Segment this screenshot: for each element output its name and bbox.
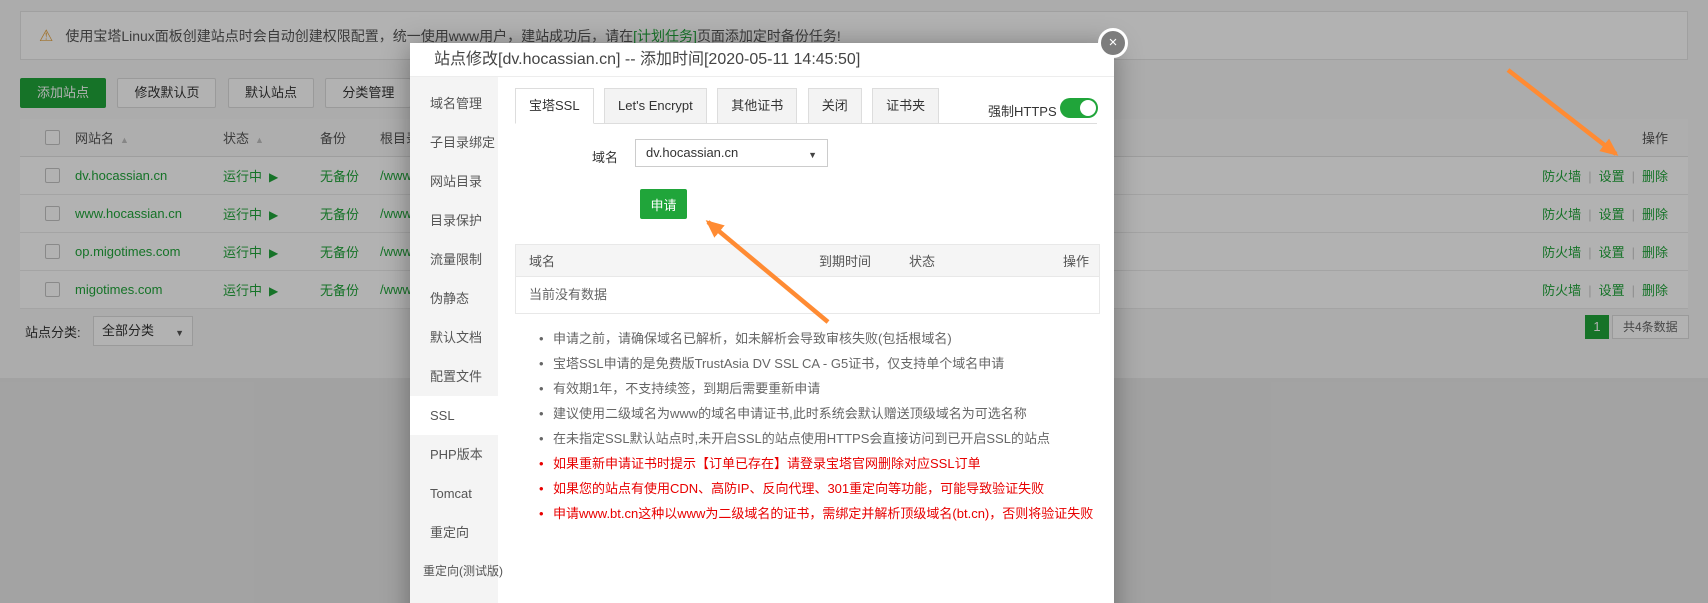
tab-cert-folder[interactable]: 证书夹: [872, 88, 939, 124]
tab-lets-encrypt[interactable]: Let's Encrypt: [604, 88, 707, 124]
note-item: 在未指定SSL默认站点时,未开启SSL的站点使用HTTPS会直接访问到已开启SS…: [515, 426, 1100, 451]
cert-header-domain: 域名: [516, 251, 806, 270]
note-item: 宝塔SSL申请的是免费版TrustAsia DV SSL CA - G5证书，仅…: [515, 351, 1100, 376]
sidebar-item-php-version[interactable]: PHP版本: [410, 435, 498, 474]
sidebar-item-redirect-beta[interactable]: 重定向(测试版): [410, 552, 498, 591]
sidebar-item-redirect[interactable]: 重定向: [410, 513, 498, 552]
caret-down-icon: ▼: [808, 142, 817, 168]
sidebar-item-subdir-bind[interactable]: 子目录绑定: [410, 123, 498, 162]
domain-label: 域名: [592, 147, 618, 166]
modal-body: 域名管理 子目录绑定 网站目录 目录保护 流量限制 伪静态 默认文档 配置文件 …: [410, 77, 1114, 603]
sidebar-item-ssl[interactable]: SSL: [410, 396, 498, 435]
sidebar-item-tomcat[interactable]: Tomcat: [410, 474, 498, 513]
sidebar-item-traffic-limit[interactable]: 流量限制: [410, 240, 498, 279]
cert-header-expiry: 到期时间: [806, 251, 896, 270]
tab-close-ssl[interactable]: 关闭: [808, 88, 862, 124]
sidebar-item-domain-manage[interactable]: 域名管理: [410, 84, 498, 123]
cert-header-status: 状态: [896, 251, 1041, 270]
modal-title: 站点修改[dv.hocassian.cn] -- 添加时间[2020-05-11…: [410, 43, 1114, 77]
note-item: 建议使用二级域名为www的域名申请证书,此时系统会默认赠送顶级域名为可选名称: [515, 401, 1100, 426]
modal-sidebar: 域名管理 子目录绑定 网站目录 目录保护 流量限制 伪静态 默认文档 配置文件 …: [410, 77, 498, 603]
site-modify-modal: 站点修改[dv.hocassian.cn] -- 添加时间[2020-05-11…: [410, 43, 1114, 603]
apply-button[interactable]: 申请: [640, 189, 687, 219]
modal-content: 宝塔SSL Let's Encrypt 其他证书 关闭 证书夹 强制HTTPS …: [498, 77, 1114, 603]
domain-select[interactable]: dv.hocassian.cn ▼: [635, 139, 828, 167]
sidebar-item-config-file[interactable]: 配置文件: [410, 357, 498, 396]
note-item: 有效期1年，不支持续签，到期后需要重新申请: [515, 376, 1100, 401]
sidebar-item-site-dir[interactable]: 网站目录: [410, 162, 498, 201]
cert-table-empty-row: 当前没有数据: [516, 277, 1099, 313]
force-https-label: 强制HTTPS: [988, 101, 1057, 120]
sidebar-item-rewrite[interactable]: 伪静态: [410, 279, 498, 318]
note-item-red: 申请www.bt.cn这种以www为二级域名的证书，需绑定并解析顶级域名(bt.…: [515, 501, 1100, 526]
toggle-knob: [1080, 100, 1096, 116]
close-icon[interactable]: ×: [1098, 28, 1128, 58]
force-https-toggle[interactable]: [1060, 98, 1098, 118]
sidebar-item-dir-protect[interactable]: 目录保护: [410, 201, 498, 240]
note-item-red: 如果您的站点有使用CDN、高防IP、反向代理、301重定向等功能，可能导致验证失…: [515, 476, 1100, 501]
cert-table-header: 域名 到期时间 状态 操作: [516, 245, 1099, 277]
cert-header-actions: 操作: [1041, 251, 1099, 270]
note-item: 申请之前，请确保域名已解析，如未解析会导致审核失败(包括根域名): [515, 326, 1100, 351]
tab-bt-ssl[interactable]: 宝塔SSL: [515, 88, 594, 124]
cert-table: 域名 到期时间 状态 操作 当前没有数据: [515, 244, 1100, 314]
ssl-notes-list: 申请之前，请确保域名已解析，如未解析会导致审核失败(包括根域名) 宝塔SSL申请…: [515, 326, 1100, 526]
page-root: ⚠ 使用宝塔Linux面板创建站点时会自动创建权限配置，统一使用www用户，建站…: [0, 0, 1708, 603]
sidebar-item-default-doc[interactable]: 默认文档: [410, 318, 498, 357]
note-item-red: 如果重新申请证书时提示【订单已存在】请登录宝塔官网删除对应SSL订单: [515, 451, 1100, 476]
tab-other-cert[interactable]: 其他证书: [717, 88, 797, 124]
